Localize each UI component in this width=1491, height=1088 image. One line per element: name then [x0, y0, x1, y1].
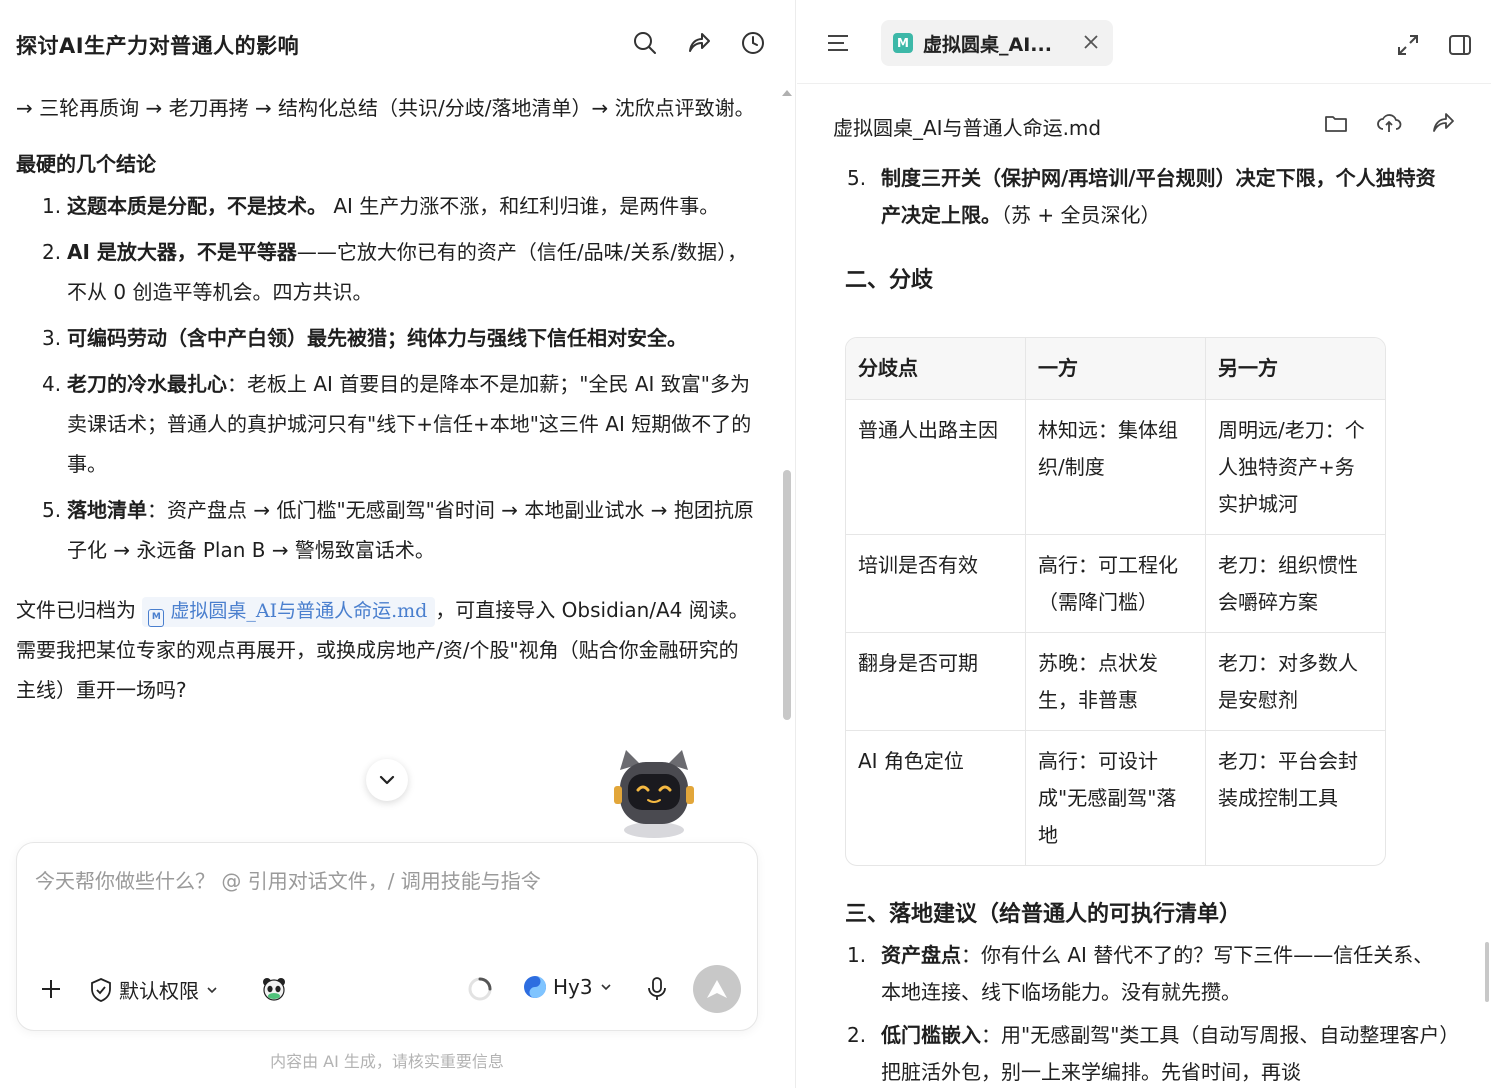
- list-item: 1. 资产盘点：你有什么 AI 替代不了的？写下三件——信任关系、本地连接、线下临…: [847, 943, 1434, 1004]
- send-button[interactable]: [693, 965, 741, 1013]
- intro-text: → 三轮再质询 → 老刀再拷 → 结构化总结（共识/分歧/落地清单）→ 沈欣点评…: [16, 96, 755, 120]
- chevron-down-icon: [207, 986, 217, 993]
- permission-label: 默认权限: [119, 979, 199, 1003]
- chat-message-area: → 三轮再质询 → 老刀再拷 → 结构化总结（共识/分歧/落地清单）→ 沈欣点评…: [16, 88, 756, 833]
- conclusions-list: 1. 这题本质是分配，不是技术。 AI 生产力涨不涨，和红利归谁，是两件事。 2.…: [16, 186, 756, 570]
- send-arrow-icon: [707, 980, 727, 998]
- document-content: 5. 制度三开关（保护网/再培训/平台规则）决定下限，个人独特资产决定上限。（苏 …: [833, 160, 1453, 1088]
- list-item: 5. 制度三开关（保护网/再培训/平台规则）决定下限，个人独特资产决定上限。（苏 …: [847, 166, 1436, 227]
- document-panel: M 虚拟圆桌_AI... 虚拟圆桌_AI与普通人命运.md 5. 制度三开关（保护…: [797, 0, 1491, 1088]
- table-row: AI 角色定位 高行：可设计成"无感副驾"落地 老刀：平台会封装成控制工具: [846, 731, 1385, 865]
- upload-cloud-icon[interactable]: [1376, 110, 1402, 136]
- table-row: 培训是否有效 高行：可工程化（需降门槛） 老刀：组织惯性会嚼碎方案: [846, 535, 1385, 633]
- section-heading: 二、分歧: [845, 268, 934, 293]
- list-item: 1. 这题本质是分配，不是技术。 AI 生产力涨不涨，和红利归谁，是两件事。: [42, 194, 720, 218]
- list-item: 2. AI 是放大器，不是平等器——它放大你已有的资产（信任/品味/关系/数据），…: [42, 240, 748, 304]
- search-icon[interactable]: [632, 30, 658, 56]
- toggle-sidebar-icon[interactable]: [1447, 32, 1473, 58]
- history-icon[interactable]: [740, 30, 766, 56]
- list-item: 5. 落地清单：资产盘点 → 低门槛"无感副驾"省时间 → 本地副业试水 → 抱团…: [42, 498, 754, 562]
- disagreement-table: 分歧点 一方 另一方 普通人出路主因 林知远：集体组织/制度 周明远/老刀：个人…: [845, 337, 1386, 866]
- folder-icon[interactable]: [1323, 110, 1349, 136]
- tab-label: 虚拟圆桌_AI...: [923, 33, 1052, 56]
- message-composer: 今天帮你做些什么？ @ 引用对话文件，/ 调用技能与指令 默认权限 Hy3: [16, 842, 758, 1031]
- table-row: 翻身是否可期 苏晚：点状发生，非普惠 老刀：对多数人是安慰剂: [846, 633, 1385, 731]
- hunyuan-logo-icon: [524, 976, 546, 998]
- voice-input-button[interactable]: [645, 976, 669, 1002]
- table-header: 另一方: [1206, 338, 1385, 400]
- expand-icon[interactable]: [1395, 32, 1421, 58]
- close-icon[interactable]: [1081, 32, 1101, 52]
- section-heading: 三、落地建议（给普通人的可执行清单）: [845, 902, 1242, 927]
- model-selector[interactable]: Hy3: [523, 975, 613, 999]
- document-scrollbar-thumb[interactable]: [1485, 942, 1489, 1002]
- ai-disclaimer: 内容由 AI 生成，请核实重要信息: [270, 1052, 504, 1071]
- scroll-to-bottom-button[interactable]: [366, 759, 408, 801]
- robot-cat-mascot[interactable]: [606, 748, 702, 840]
- message-input[interactable]: 今天帮你做些什么？ @ 引用对话文件，/ 调用技能与指令: [35, 865, 735, 894]
- permission-dropdown[interactable]: 默认权限: [89, 975, 219, 1004]
- share-icon[interactable]: [1430, 110, 1456, 136]
- loading-spinner: [467, 976, 493, 1002]
- archive-text: 文件已归档为 M 虚拟圆桌_AI与普通人命运.md ，可直接导入 Obsidian/…: [16, 597, 749, 702]
- chat-header: 探讨AI生产力对普通人的影响: [0, 0, 796, 88]
- chat-scrollbar-thumb[interactable]: [783, 470, 791, 720]
- plus-icon: [42, 980, 60, 998]
- table-header: 一方: [1026, 338, 1206, 400]
- list-item: 3. 可编码劳动（含中产白领）最先被猎；纯体力与强线下信任相对安全。: [42, 326, 687, 350]
- chevron-down-icon: [601, 984, 611, 991]
- scroll-up-arrow[interactable]: [782, 90, 792, 96]
- table-header: 分歧点: [846, 338, 1026, 400]
- chat-panel: 探讨AI生产力对普通人的影响 → 三轮再质询 → 老刀再拷 → 结构化总结（共识…: [0, 0, 796, 1088]
- panda-icon: [263, 978, 285, 1001]
- share-icon[interactable]: [686, 30, 712, 56]
- menu-icon[interactable]: [825, 30, 851, 56]
- panda-agent-button[interactable]: [261, 976, 287, 1002]
- markdown-file-icon: M: [148, 609, 165, 627]
- chat-title: 探讨AI生产力对普通人的影响: [16, 34, 300, 58]
- microphone-icon: [648, 977, 666, 1000]
- table-row: 普通人出路主因 林知远：集体组织/制度 周明远/老刀：个人独特资产+务实护城河: [846, 400, 1385, 535]
- list-item: 2. 低门槛嵌入：用"无感副驾"类工具（自动写周报、自动整理客户）把脏活外包，别一…: [847, 1023, 1450, 1084]
- add-attachment-button[interactable]: [39, 977, 63, 1001]
- list-item: 4. 老刀的冷水最扎心：老板上 AI 首要目的是降本不是加薪；"全民 AI 致富"…: [42, 372, 752, 476]
- spinner-icon: [468, 977, 492, 1001]
- chevron-down-icon: [379, 775, 395, 785]
- markdown-file-icon: M: [893, 33, 913, 53]
- document-tabbar: M 虚拟圆桌_AI...: [797, 0, 1491, 84]
- tab-document[interactable]: M 虚拟圆桌_AI...: [881, 20, 1113, 66]
- file-link[interactable]: M 虚拟圆桌_AI与普通人命运.md: [142, 597, 436, 627]
- document-title: 虚拟圆桌_AI与普通人命运.md: [833, 116, 1102, 140]
- conclusions-heading: 最硬的几个结论: [16, 152, 156, 176]
- shield-check-icon: [91, 977, 111, 1002]
- model-label: Hy3: [553, 975, 593, 999]
